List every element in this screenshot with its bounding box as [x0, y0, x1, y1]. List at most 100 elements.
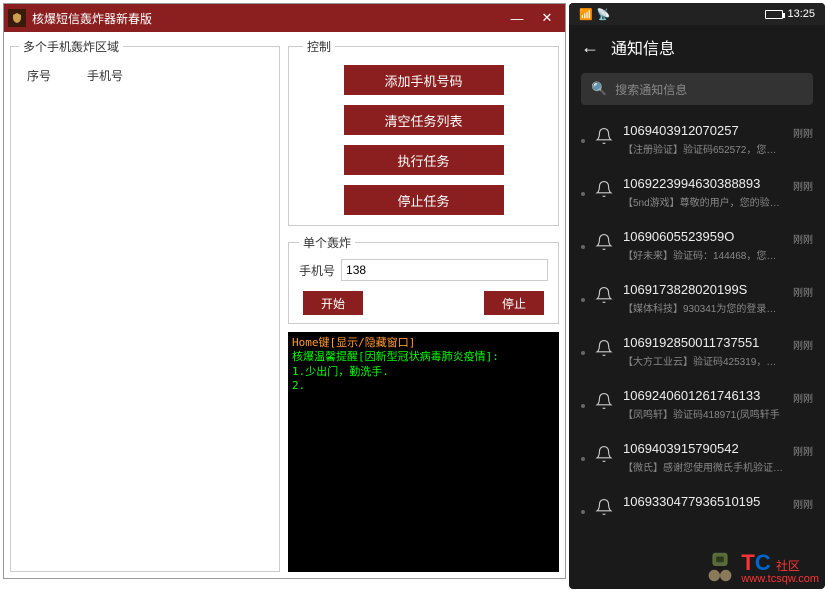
bell-icon — [595, 339, 613, 357]
notification-sender: 1069173828020199S — [623, 282, 783, 297]
bell-icon — [595, 127, 613, 145]
multi-phone-legend: 多个手机轰炸区域 — [19, 38, 123, 55]
notification-item[interactable]: 10690605523959O 【好未来】验证码：144468，您正… 刚刚 — [569, 219, 825, 272]
watermark-tc: TC — [741, 550, 770, 575]
col-phone-header: 手机号 — [87, 67, 263, 84]
notification-preview: 【微氏】感谢您使用微氏手机验证… — [623, 459, 783, 474]
control-legend: 控制 — [303, 38, 335, 55]
bell-icon — [595, 286, 613, 304]
stop-button[interactable]: 停止 — [484, 291, 544, 315]
notification-content: 1069223994630388893 【5nd游戏】尊敬的用户，您的验证… — [623, 176, 783, 209]
watermark-logo-icon — [701, 547, 739, 585]
notification-item[interactable]: 1069223994630388893 【5nd游戏】尊敬的用户，您的验证… 刚刚 — [569, 166, 825, 219]
multi-phone-group: 多个手机轰炸区域 序号 手机号 — [10, 38, 280, 572]
battery-icon — [765, 10, 783, 19]
watermark-text: TC 社区 www.tcsqw.com — [741, 552, 819, 585]
status-bar: 📶 📡 13:25 — [569, 3, 825, 25]
left-column: 多个手机轰炸区域 序号 手机号 — [10, 38, 280, 572]
unread-dot-icon — [581, 404, 585, 408]
notification-sender: 1069192850011737551 — [623, 335, 783, 350]
titlebar: 核爆短信轰炸器新春版 — ✕ — [4, 4, 565, 32]
clock: 13:25 — [787, 8, 815, 20]
notification-sender: 1069403915790542 — [623, 441, 783, 456]
single-buttons: 开始 停止 — [299, 291, 548, 315]
console-output: Home键[显示/隐藏窗口] 核爆温馨提醒[因新型冠状病毒肺炎疫情]: 1.少出… — [288, 332, 559, 572]
status-right: 13:25 — [765, 8, 815, 20]
desktop-window: 核爆短信轰炸器新春版 — ✕ 多个手机轰炸区域 序号 手机号 控制 添加手机号码… — [3, 3, 566, 579]
notification-preview: 【注册验证】验证码652572，您正… — [623, 141, 783, 156]
notification-sender: 1069330477936510195 — [623, 494, 783, 509]
notification-content: 10690605523959O 【好未来】验证码：144468，您正… — [623, 229, 783, 262]
right-column: 控制 添加手机号码 清空任务列表 执行任务 停止任务 单个轰炸 手机号 开始 停… — [288, 38, 559, 572]
notification-sender: 1069240601261746133 — [623, 388, 783, 403]
search-placeholder: 搜索通知信息 — [615, 81, 687, 98]
unread-dot-icon — [581, 192, 585, 196]
notification-time: 刚刚 — [793, 284, 813, 299]
notification-item[interactable]: 1069240601261746133 【凤鸣轩】验证码418971(凤鸣轩手刚刚 — [569, 378, 825, 431]
back-button[interactable]: ← — [581, 37, 599, 58]
notification-content: 1069240601261746133 【凤鸣轩】验证码418971(凤鸣轩手 — [623, 388, 783, 421]
notification-item[interactable]: 1069403912070257 【注册验证】验证码652572，您正… 刚刚 — [569, 113, 825, 166]
notification-time: 刚刚 — [793, 390, 813, 405]
bell-icon — [595, 498, 613, 516]
notification-time: 刚刚 — [793, 125, 813, 140]
notification-sender: 1069223994630388893 — [623, 176, 783, 191]
watermark-url: www.tcsqw.com — [741, 574, 819, 585]
console-line: Home键[显示/隐藏窗口] — [292, 336, 555, 350]
unread-dot-icon — [581, 298, 585, 302]
notification-sender: 1069403912070257 — [623, 123, 783, 138]
notification-item[interactable]: 1069403915790542 【微氏】感谢您使用微氏手机验证… 刚刚 — [569, 431, 825, 484]
col-index-header: 序号 — [27, 67, 87, 84]
notification-sender: 10690605523959O — [623, 229, 783, 244]
notification-time: 刚刚 — [793, 337, 813, 352]
notification-list[interactable]: 1069403912070257【注册验证】验证码652572，您正…刚刚106… — [569, 113, 825, 589]
search-bar[interactable]: 🔍 搜索通知信息 — [581, 73, 813, 105]
phone-header: ← 通知信息 — [569, 25, 825, 69]
notification-content: 1069403915790542 【微氏】感谢您使用微氏手机验证… — [623, 441, 783, 474]
phone-label: 手机号 — [299, 262, 335, 279]
signal-icon: 📶 — [579, 8, 593, 21]
status-left: 📶 📡 — [579, 8, 610, 21]
stop-tasks-button[interactable]: 停止任务 — [344, 185, 504, 215]
notification-time: 刚刚 — [793, 231, 813, 246]
search-icon: 🔍 — [591, 81, 607, 97]
phone-input[interactable] — [341, 259, 548, 281]
notification-time: 刚刚 — [793, 178, 813, 193]
notification-item[interactable]: 1069192850011737551 【大方工业云】验证码425319，您… 刚刚 — [569, 325, 825, 378]
notification-content: 1069192850011737551 【大方工业云】验证码425319，您… — [623, 335, 783, 368]
bell-icon — [595, 392, 613, 410]
single-group: 单个轰炸 手机号 开始 停止 — [288, 234, 559, 324]
notification-content: 1069173828020199S 【媒体科技】930341为您的登录验… — [623, 282, 783, 315]
notification-preview: 【5nd游戏】尊敬的用户，您的验证… — [623, 194, 783, 209]
bell-icon — [595, 445, 613, 463]
control-group: 控制 添加手机号码 清空任务列表 执行任务 停止任务 — [288, 38, 559, 226]
page-title: 通知信息 — [611, 35, 675, 59]
minimize-button[interactable]: — — [503, 8, 531, 28]
notification-time: 刚刚 — [793, 496, 813, 511]
watermark: TC 社区 www.tcsqw.com — [701, 547, 819, 585]
notification-preview: 【凤鸣轩】验证码418971(凤鸣轩手 — [623, 406, 783, 421]
notification-preview: 【好未来】验证码：144468，您正… — [623, 247, 783, 262]
console-line: 核爆温馨提醒[因新型冠状病毒肺炎疫情]: — [292, 350, 555, 364]
notification-item[interactable]: 1069173828020199S 【媒体科技】930341为您的登录验… 刚刚 — [569, 272, 825, 325]
add-phone-button[interactable]: 添加手机号码 — [344, 65, 504, 95]
console-line: 2. — [292, 379, 555, 393]
notification-content: 1069330477936510195 — [623, 494, 783, 512]
console-line: 1.少出门，勤洗手. — [292, 365, 555, 379]
clear-tasks-button[interactable]: 清空任务列表 — [344, 105, 504, 135]
window-controls: — ✕ — [503, 8, 561, 28]
notification-item[interactable]: 1069330477936510195 刚刚 — [569, 484, 825, 526]
run-tasks-button[interactable]: 执行任务 — [344, 145, 504, 175]
bell-icon — [595, 180, 613, 198]
unread-dot-icon — [581, 139, 585, 143]
phone-list[interactable] — [19, 88, 271, 563]
notification-preview: 【大方工业云】验证码425319，您… — [623, 353, 783, 368]
single-legend: 单个轰炸 — [299, 234, 355, 251]
unread-dot-icon — [581, 245, 585, 249]
start-button[interactable]: 开始 — [303, 291, 363, 315]
notification-time: 刚刚 — [793, 443, 813, 458]
notification-preview: 【媒体科技】930341为您的登录验… — [623, 300, 783, 315]
app-body: 多个手机轰炸区域 序号 手机号 控制 添加手机号码 清空任务列表 执行任务 停止… — [4, 32, 565, 578]
close-button[interactable]: ✕ — [533, 8, 561, 28]
notification-content: 1069403912070257 【注册验证】验证码652572，您正… — [623, 123, 783, 156]
